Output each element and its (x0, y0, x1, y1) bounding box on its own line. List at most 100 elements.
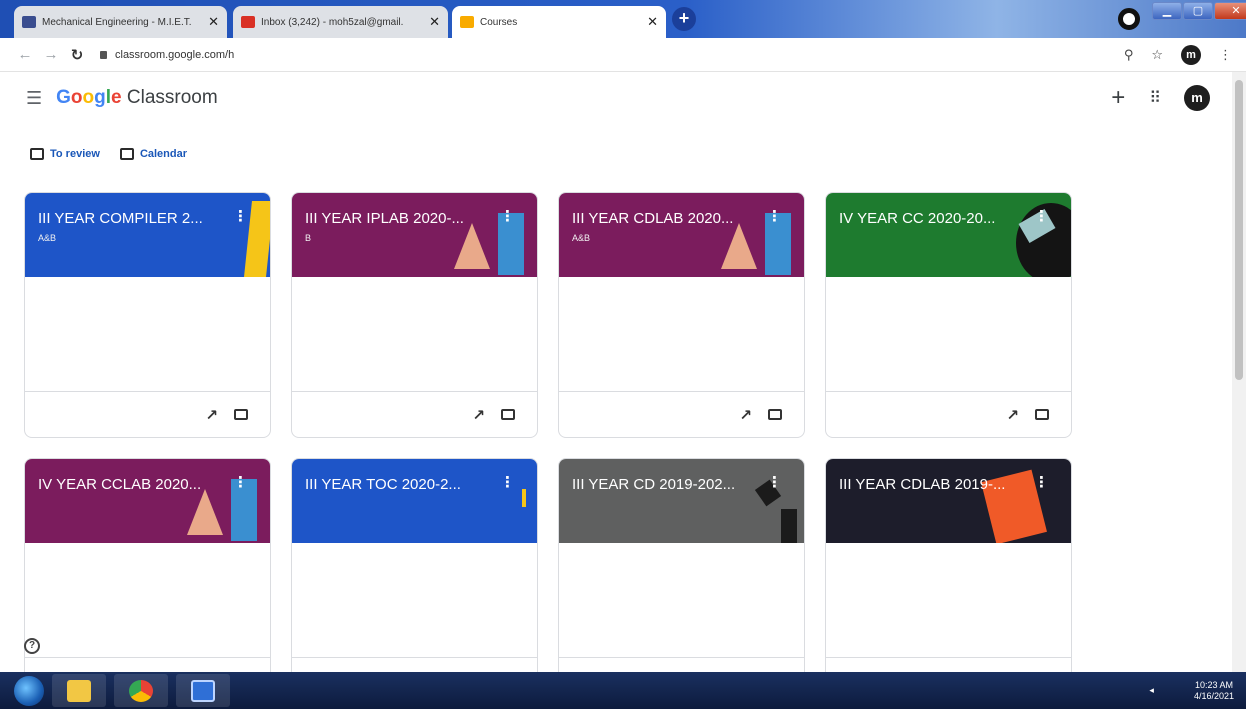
zoom-icon[interactable]: ⚲ (1124, 47, 1134, 63)
course-menu-icon[interactable]: ⋮ (767, 473, 782, 491)
classroom-favicon-icon (460, 16, 474, 28)
course-banner[interactable]: III YEAR IPLAB 2020-... B ⋮ (292, 193, 537, 277)
maximize-button[interactable]: ▢ (1183, 2, 1213, 20)
course-banner[interactable]: III YEAR CDLAB 2019-... ⋮ (826, 459, 1071, 543)
window-controls: ▁ ▢ ✕ (1152, 2, 1246, 20)
course-banner[interactable]: IV YEAR CCLAB 2020... ⋮ (25, 459, 270, 543)
clock-time: 10:23 AM (1194, 679, 1233, 690)
google-apps-icon[interactable]: ⠿ (1149, 88, 1161, 108)
account-avatar[interactable]: m (1184, 85, 1210, 111)
hamburger-menu-icon[interactable]: ☰ (26, 88, 42, 109)
course-menu-icon[interactable]: ⋮ (500, 473, 515, 491)
file-explorer-taskbar-icon[interactable] (52, 674, 106, 707)
clock[interactable]: 10:23 AM 4/16/2021 (1194, 680, 1234, 702)
chrome-taskbar-icon[interactable] (114, 674, 168, 707)
calendar-label: Calendar (139, 148, 188, 160)
course-title[interactable]: III YEAR COMPILER 2... (38, 210, 226, 227)
course-title[interactable]: III YEAR IPLAB 2020-... (305, 210, 493, 227)
browser-toolbar: ← → ↻ classroom.google.com/h ⚲ ☆ m ⋮ (0, 38, 1246, 72)
folder-icon[interactable] (768, 409, 782, 420)
miet-favicon-icon (22, 16, 36, 28)
reload-icon[interactable]: ↻ (64, 46, 90, 64)
quick-links: To review Calendar (30, 148, 187, 160)
browser-profile-icon[interactable] (1118, 8, 1140, 30)
review-icon (30, 148, 44, 160)
browser-tab-gmail[interactable]: Inbox (3,242) - moh5zal@gmail. ✕ (233, 6, 448, 38)
course-title[interactable]: IV YEAR CC 2020-20... (839, 210, 1027, 227)
gradebook-trend-icon[interactable]: ↗ (472, 406, 485, 424)
course-menu-icon[interactable]: ⋮ (767, 207, 782, 225)
course-card[interactable]: IV YEAR CC 2020-20... ⋮ ↗ (825, 192, 1072, 438)
course-title[interactable]: IV YEAR CCLAB 2020... (38, 476, 226, 493)
course-section: A&B (572, 233, 591, 243)
forward-arrow-icon[interactable]: → (38, 46, 64, 63)
course-menu-icon[interactable]: ⋮ (1034, 207, 1049, 225)
scrollbar-thumb[interactable] (1235, 80, 1243, 380)
gradebook-trend-icon[interactable]: ↗ (1006, 406, 1019, 424)
close-tab-icon[interactable]: ✕ (429, 14, 440, 30)
gradebook-trend-icon[interactable]: ↗ (205, 406, 218, 424)
course-banner[interactable]: IV YEAR CC 2020-20... ⋮ (826, 193, 1071, 277)
profile-avatar[interactable]: m (1181, 44, 1201, 65)
browser-menu-icon[interactable]: ⋮ (1219, 47, 1232, 63)
course-menu-icon[interactable]: ⋮ (1034, 473, 1049, 491)
start-button[interactable] (14, 675, 44, 706)
calendar-link[interactable]: Calendar (119, 148, 188, 160)
course-card[interactable]: III YEAR TOC 2020-2... ⋮ ↗ (291, 458, 538, 704)
app-taskbar-icon[interactable] (176, 674, 230, 707)
course-card[interactable]: IV YEAR CCLAB 2020... ⋮ ↗ (24, 458, 271, 704)
course-title[interactable]: III YEAR TOC 2020-2... (305, 476, 493, 493)
close-tab-icon[interactable]: ✕ (647, 14, 658, 30)
close-window-button[interactable]: ✕ (1214, 2, 1246, 20)
course-card[interactable]: III YEAR IPLAB 2020-... B ⋮ ↗ (291, 192, 538, 438)
folder-icon[interactable] (501, 409, 515, 420)
course-banner[interactable]: III YEAR TOC 2020-2... ⋮ (292, 459, 537, 543)
tab-title: Inbox (3,242) - moh5zal@gmail. (261, 16, 404, 28)
course-card[interactable]: III YEAR CD 2019-202... ⋮ ↗ (558, 458, 805, 704)
course-card[interactable]: III YEAR CDLAB 2019-... ⋮ ↗ (825, 458, 1072, 704)
gradebook-trend-icon[interactable]: ↗ (739, 406, 752, 424)
to-review-link[interactable]: To review (30, 148, 100, 160)
volume-icon[interactable]: ◂ (1149, 685, 1154, 696)
window-app-icon (191, 679, 215, 702)
course-menu-icon[interactable]: ⋮ (233, 473, 248, 491)
minimize-button[interactable]: ▁ (1152, 2, 1182, 20)
help-icon[interactable]: ? (24, 638, 40, 654)
course-menu-icon[interactable]: ⋮ (500, 207, 515, 225)
browser-tab-miet[interactable]: Mechanical Engineering - M.I.E.T. ✕ (14, 6, 227, 38)
back-arrow-icon[interactable]: ← (12, 46, 38, 63)
course-banner[interactable]: III YEAR COMPILER 2... A&B ⋮ (25, 193, 270, 277)
card-footer: ↗ (292, 391, 537, 437)
folder-icon[interactable] (234, 409, 248, 420)
card-footer: ↗ (826, 391, 1071, 437)
tab-title: Courses (480, 16, 518, 28)
course-card[interactable]: III YEAR COMPILER 2... A&B ⋮ ↗ (24, 192, 271, 438)
google-wordmark: Google (56, 87, 122, 108)
lock-icon (100, 50, 107, 59)
course-banner[interactable]: III YEAR CDLAB 2020... A&B ⋮ (559, 193, 804, 277)
to-review-label: To review (50, 148, 100, 160)
course-banner[interactable]: III YEAR CD 2019-202... ⋮ (559, 459, 804, 543)
classroom-logo[interactable]: Google Classroom (56, 87, 218, 109)
course-card[interactable]: III YEAR CDLAB 2020... A&B ⋮ ↗ (558, 192, 805, 438)
card-footer: ↗ (25, 391, 270, 437)
course-title[interactable]: III YEAR CDLAB 2020... (572, 210, 760, 227)
folder-icon (67, 679, 91, 702)
course-title[interactable]: III YEAR CD 2019-202... (572, 476, 760, 493)
course-menu-icon[interactable]: ⋮ (233, 207, 248, 225)
windows-taskbar: ◂ 10:23 AM 4/16/2021 (0, 672, 1246, 709)
close-tab-icon[interactable]: ✕ (208, 14, 219, 30)
course-title[interactable]: III YEAR CDLAB 2019-... (839, 476, 1027, 493)
add-class-button[interactable]: + (1111, 84, 1125, 112)
banner-illustration (187, 489, 223, 535)
address-bar[interactable]: classroom.google.com/h (100, 49, 1124, 61)
bookmark-star-icon[interactable]: ☆ (1151, 47, 1163, 63)
page-scrollbar[interactable] (1232, 72, 1246, 672)
product-name: Classroom (126, 87, 218, 108)
browser-tab-strip: Mechanical Engineering - M.I.E.T. ✕ Inbo… (0, 0, 1246, 38)
course-section: B (305, 233, 312, 243)
calendar-icon (119, 148, 134, 160)
folder-icon[interactable] (1035, 409, 1049, 420)
new-tab-button[interactable]: + (672, 7, 696, 31)
browser-tab-courses[interactable]: Courses ✕ (452, 6, 666, 38)
